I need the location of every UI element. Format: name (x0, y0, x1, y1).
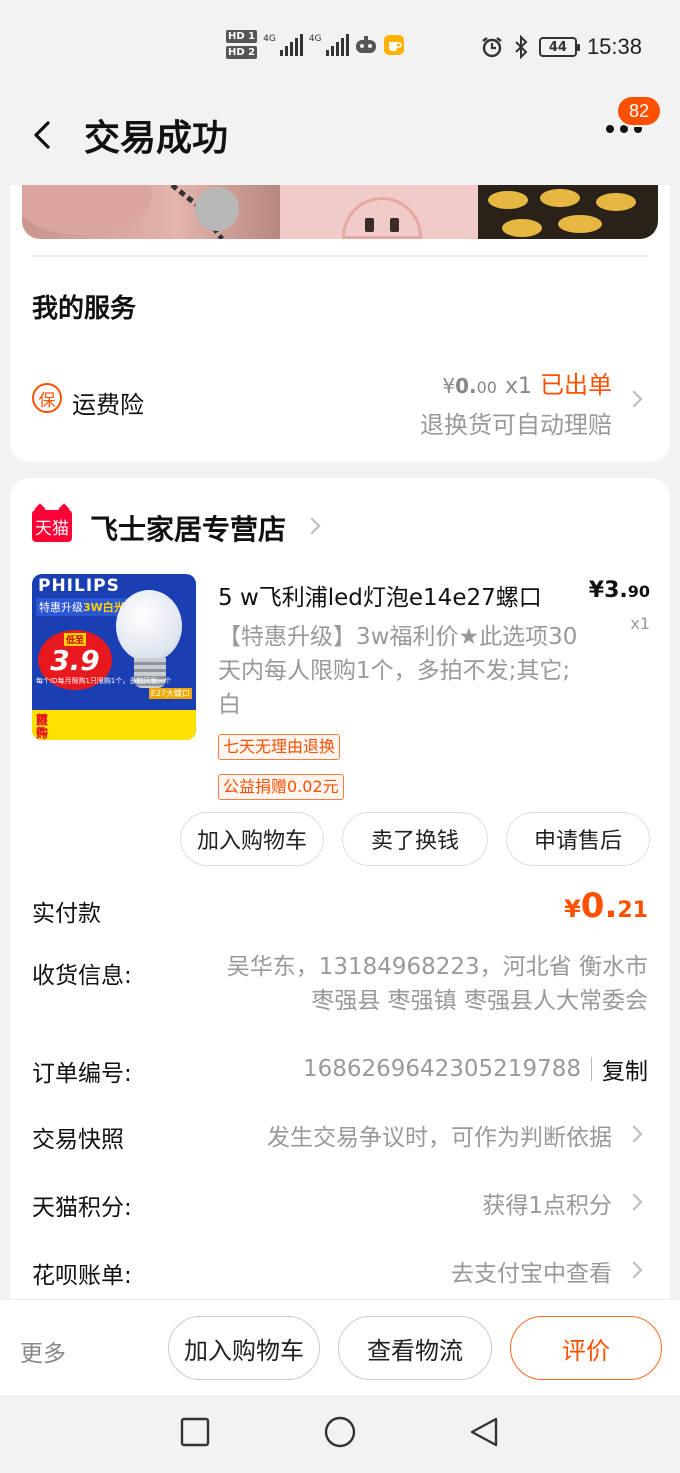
chevron-right-icon[interactable] (303, 517, 321, 535)
hd2-icon: HD 2 (226, 46, 258, 59)
hd-indicators: HD 1 HD 2 (226, 30, 258, 59)
paid-amount: ¥0.21 (564, 886, 648, 926)
product-sku: 【特惠升级】3w福利价★此选项30天内每人限购1个，多拍不发;其它;白 (218, 624, 578, 718)
chevron-right-icon[interactable] (625, 390, 643, 408)
product-title[interactable]: 5 w飞利浦led灯泡e14e27螺口 (218, 578, 568, 612)
order-number-row: 1686269642305219788 复制 (303, 1052, 648, 1086)
bulb-image (116, 590, 182, 662)
message-badge[interactable]: 82 (616, 95, 662, 127)
insurance-icon: 保 (32, 383, 62, 413)
notification-app-icon (383, 34, 404, 55)
hd1-icon: HD 1 (226, 30, 258, 43)
recommendation-banner[interactable] (22, 185, 658, 239)
status-bar: HD 1 HD 2 4G 4G 44 15:38 (0, 0, 680, 95)
product-price: ¥3.90 (588, 578, 650, 603)
snapshot-value[interactable]: 发生交易争议时，可作为判断依据 (267, 1118, 612, 1152)
system-nav-bar (0, 1395, 680, 1473)
back-nav-icon[interactable] (470, 1417, 498, 1447)
tmall-logo: 天猫 (32, 510, 72, 542)
divider (32, 255, 648, 257)
add-to-cart-bottom-button[interactable]: 加入购物车 (168, 1316, 320, 1380)
chevron-right-icon[interactable] (625, 1193, 643, 1211)
back-arrow-icon[interactable] (28, 115, 58, 155)
nav-bar: 交易成功 82 (0, 95, 680, 185)
service-name[interactable]: 运费险 (72, 385, 144, 420)
alarm-icon (482, 37, 502, 58)
add-to-cart-button[interactable]: 加入购物车 (180, 812, 324, 866)
bottom-action-bar: 更多 加入购物车 查看物流 评价 (0, 1300, 680, 1395)
order-number: 1686269642305219788 (302, 1056, 581, 1082)
paid-label: 实付款 (32, 901, 101, 927)
chevron-right-icon[interactable] (625, 1125, 643, 1143)
game-controller-icon (355, 35, 376, 53)
order-number-label: 订单编号: (32, 1061, 132, 1087)
signal-icon-2: 4G (309, 33, 349, 56)
page-title: 交易成功 (84, 118, 229, 159)
order-card: 天猫 飞士家居专营店 PHILIPS 特惠升级3W白光 低至 3.9 E27大螺… (10, 478, 670, 1308)
tag-7day-return: 七天无理由退换 (218, 734, 341, 760)
resell-button[interactable]: 卖了换钱 (342, 812, 488, 866)
home-icon[interactable] (324, 1416, 356, 1448)
view-logistics-button[interactable]: 查看物流 (338, 1316, 492, 1380)
recent-apps-icon[interactable] (180, 1417, 210, 1447)
banner-image-1 (22, 185, 280, 239)
service-card: 我的服务 保 运费险 ¥0.00 x1 已出单 退换货可自动理赔 (10, 185, 670, 462)
product-qty: x1 (630, 614, 650, 633)
service-price-row: ¥0.00 x1 已出单 (442, 365, 612, 400)
huabei-label: 花呗账单: (32, 1263, 132, 1289)
banner-food-image (478, 185, 658, 239)
points-value[interactable]: 获得1点积分 (482, 1186, 612, 1220)
after-sales-button[interactable]: 申请售后 (506, 812, 650, 866)
tag-charity: 公益捐赠0.02元 (218, 774, 344, 800)
service-qty: x1 (504, 374, 532, 399)
copy-button[interactable]: 复制 (602, 1052, 648, 1086)
points-label: 天猫积分: (32, 1195, 132, 1221)
services-heading: 我的服务 (32, 294, 137, 324)
service-desc: 退换货可自动理赔 (420, 411, 612, 439)
status-right: 44 15:38 (481, 34, 642, 60)
service-status: 已出单 (540, 371, 612, 399)
signal-icon-1: 4G (263, 33, 303, 56)
snapshot-label: 交易快照 (32, 1127, 124, 1153)
clock: 15:38 (586, 34, 642, 59)
battery-icon: 44 (538, 37, 580, 57)
product-image[interactable]: PHILIPS 特惠升级3W白光 低至 3.9 E27大螺口 每个ID每月限购1… (32, 574, 196, 740)
store-name[interactable]: 飞士家居专营店 (90, 508, 286, 548)
bluetooth-icon (515, 35, 528, 59)
chevron-right-icon[interactable] (625, 1261, 643, 1279)
banner-socket-image (280, 185, 478, 239)
status-left: HD 1 HD 2 4G 4G (226, 30, 405, 59)
address-value: 吴华东，13184968223，河北省 衡水市 枣强县 枣强镇 枣强县人大常委会 (226, 954, 648, 1014)
more-link[interactable]: 更多 (20, 1334, 66, 1368)
service-price: ¥0.00 (442, 374, 497, 398)
huabei-value[interactable]: 去支付宝中查看 (451, 1254, 612, 1288)
review-button[interactable]: 评价 (510, 1316, 662, 1380)
address-label: 收货信息: (32, 963, 132, 989)
